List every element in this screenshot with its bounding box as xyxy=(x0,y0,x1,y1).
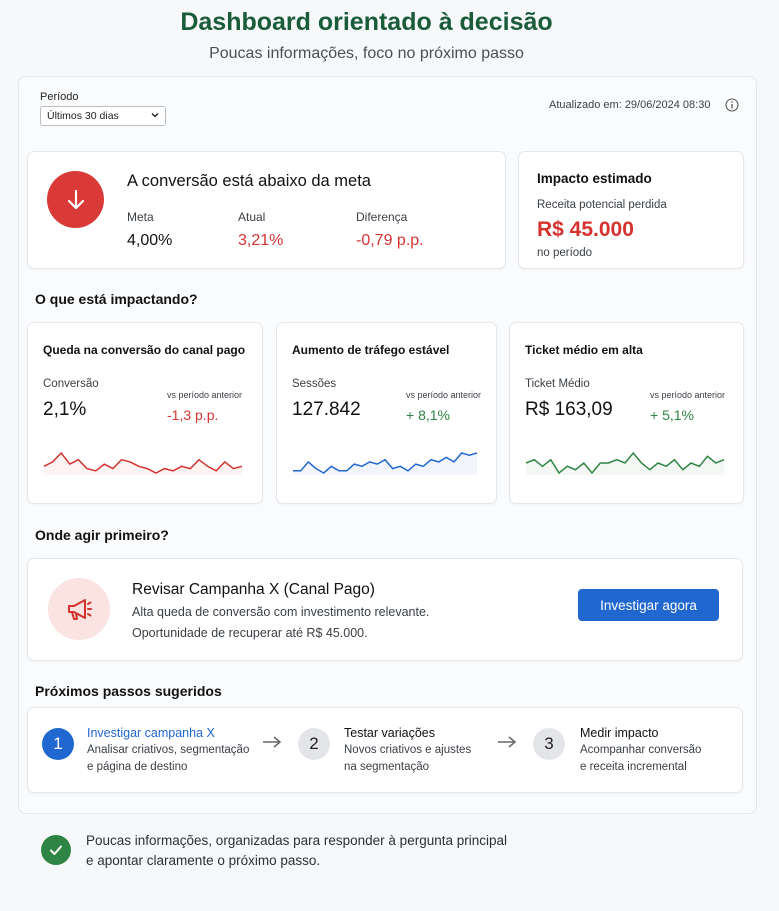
megaphone-icon xyxy=(68,599,92,620)
priority-action-card: Revisar Campanha X (Canal Pago) Alta que… xyxy=(27,558,743,661)
period-select[interactable]: Últimos 30 dias xyxy=(40,106,166,126)
step-number-1: 1 xyxy=(42,728,74,760)
section-title-act-first: Onde agir primeiro? xyxy=(35,527,169,543)
arrow-right-icon xyxy=(498,736,517,748)
kpi-card-paid-conversion[interactable]: Queda na conversão do canal pago Convers… xyxy=(27,322,263,504)
footer-text-line2: e apontar claramente o próximo passo. xyxy=(86,853,321,868)
step-number-3: 3 xyxy=(533,728,565,760)
kpi-delta: + 8,1% xyxy=(406,407,450,423)
sparkline xyxy=(43,451,243,475)
step-title-1[interactable]: Investigar campanha X xyxy=(87,726,215,740)
period-label: Período xyxy=(40,91,79,103)
metric-value-meta: 4,00% xyxy=(127,232,173,249)
kpi-card-traffic[interactable]: Aumento de tráfego estável Sessões 127.8… xyxy=(276,322,497,504)
sparkline xyxy=(525,451,725,475)
updated-timestamp: Atualizado em: 29/06/2024 08:30 xyxy=(549,99,711,111)
step-title-3: Medir impacto xyxy=(580,726,659,740)
step-desc-1a: Analisar criativos, segmentação xyxy=(87,744,250,756)
kpi-label: Ticket Médio xyxy=(525,378,590,390)
section-title-next-steps: Próximos passos sugeridos xyxy=(35,683,222,699)
alert-title: A conversão está abaixo da meta xyxy=(127,172,371,190)
impact-card: Impacto estimado Receita potencial perdi… xyxy=(518,151,744,269)
step-desc-1b: e página de destino xyxy=(87,761,188,773)
step-title-2: Testar variações xyxy=(344,726,436,740)
alert-badge xyxy=(47,171,104,228)
step-desc-3a: Acompanhar conversão xyxy=(580,744,702,756)
info-icon[interactable] xyxy=(725,98,739,112)
kpi-title: Queda na conversão do canal pago xyxy=(43,343,246,357)
footer-text-line1: Poucas informações, organizadas para res… xyxy=(86,833,508,848)
step-desc-3b: e receita incremental xyxy=(580,761,687,773)
impact-title: Impacto estimado xyxy=(537,171,652,186)
action-opportunity: Oportunidade de recuperar até R$ 45.000. xyxy=(132,626,368,640)
kpi-title: Aumento de tráfego estável xyxy=(292,343,450,357)
period-select-value: Últimos 30 dias xyxy=(47,110,119,122)
action-badge xyxy=(48,578,110,640)
metric-label-meta: Meta xyxy=(127,210,154,224)
kpi-value: R$ 163,09 xyxy=(525,399,613,420)
metric-value-atual: 3,21% xyxy=(238,232,284,249)
page-title: Dashboard orientado à decisão xyxy=(180,8,553,36)
kpi-label: Sessões xyxy=(292,378,337,390)
kpi-comparison-label: vs período anterior xyxy=(406,390,482,400)
impact-footer: no período xyxy=(537,247,592,259)
section-title-impacting: O que está impactando? xyxy=(35,291,198,307)
kpi-delta: + 5,1% xyxy=(650,407,694,423)
investigate-now-button[interactable]: Investigar agora xyxy=(578,589,719,621)
check-icon xyxy=(41,835,71,865)
kpi-comparison-label: vs período anterior xyxy=(167,390,243,400)
arrow-down-icon xyxy=(67,189,84,209)
kpi-delta: -1,3 p.p. xyxy=(167,407,219,423)
kpi-value: 127.842 xyxy=(292,399,361,420)
kpi-card-ticket[interactable]: Ticket médio em alta Ticket Médio R$ 163… xyxy=(509,322,744,504)
metric-value-diferenca: -0,79 p.p. xyxy=(356,232,424,249)
metric-label-atual: Atual xyxy=(238,210,266,224)
step-desc-2a: Novos criativos e ajustes xyxy=(344,744,472,756)
impact-subtitle: Receita potencial perdida xyxy=(537,199,667,211)
sparkline xyxy=(293,452,478,475)
chevron-down-icon xyxy=(151,113,159,118)
step-number-2: 2 xyxy=(298,728,330,760)
next-steps-card: 1 Investigar campanha X Analisar criativ… xyxy=(27,707,743,793)
page-subtitle: Poucas informações, foco no próximo pass… xyxy=(209,45,524,62)
kpi-value: 2,1% xyxy=(43,399,87,420)
step-desc-2b: na segmentação xyxy=(344,761,430,773)
conversion-alert-card: A conversão está abaixo da meta Meta 4,0… xyxy=(27,151,506,269)
arrow-right-icon xyxy=(263,736,282,748)
action-title: Revisar Campanha X (Canal Pago) xyxy=(132,581,375,598)
action-description: Alta queda de conversão com investimento… xyxy=(132,605,430,619)
metric-label-diferenca: Diferença xyxy=(356,210,408,224)
kpi-title: Ticket médio em alta xyxy=(525,343,643,357)
kpi-label: Conversão xyxy=(43,378,99,390)
impact-value: R$ 45.000 xyxy=(537,218,634,241)
sparkline-area xyxy=(44,453,242,475)
kpi-comparison-label: vs período anterior xyxy=(650,390,726,400)
